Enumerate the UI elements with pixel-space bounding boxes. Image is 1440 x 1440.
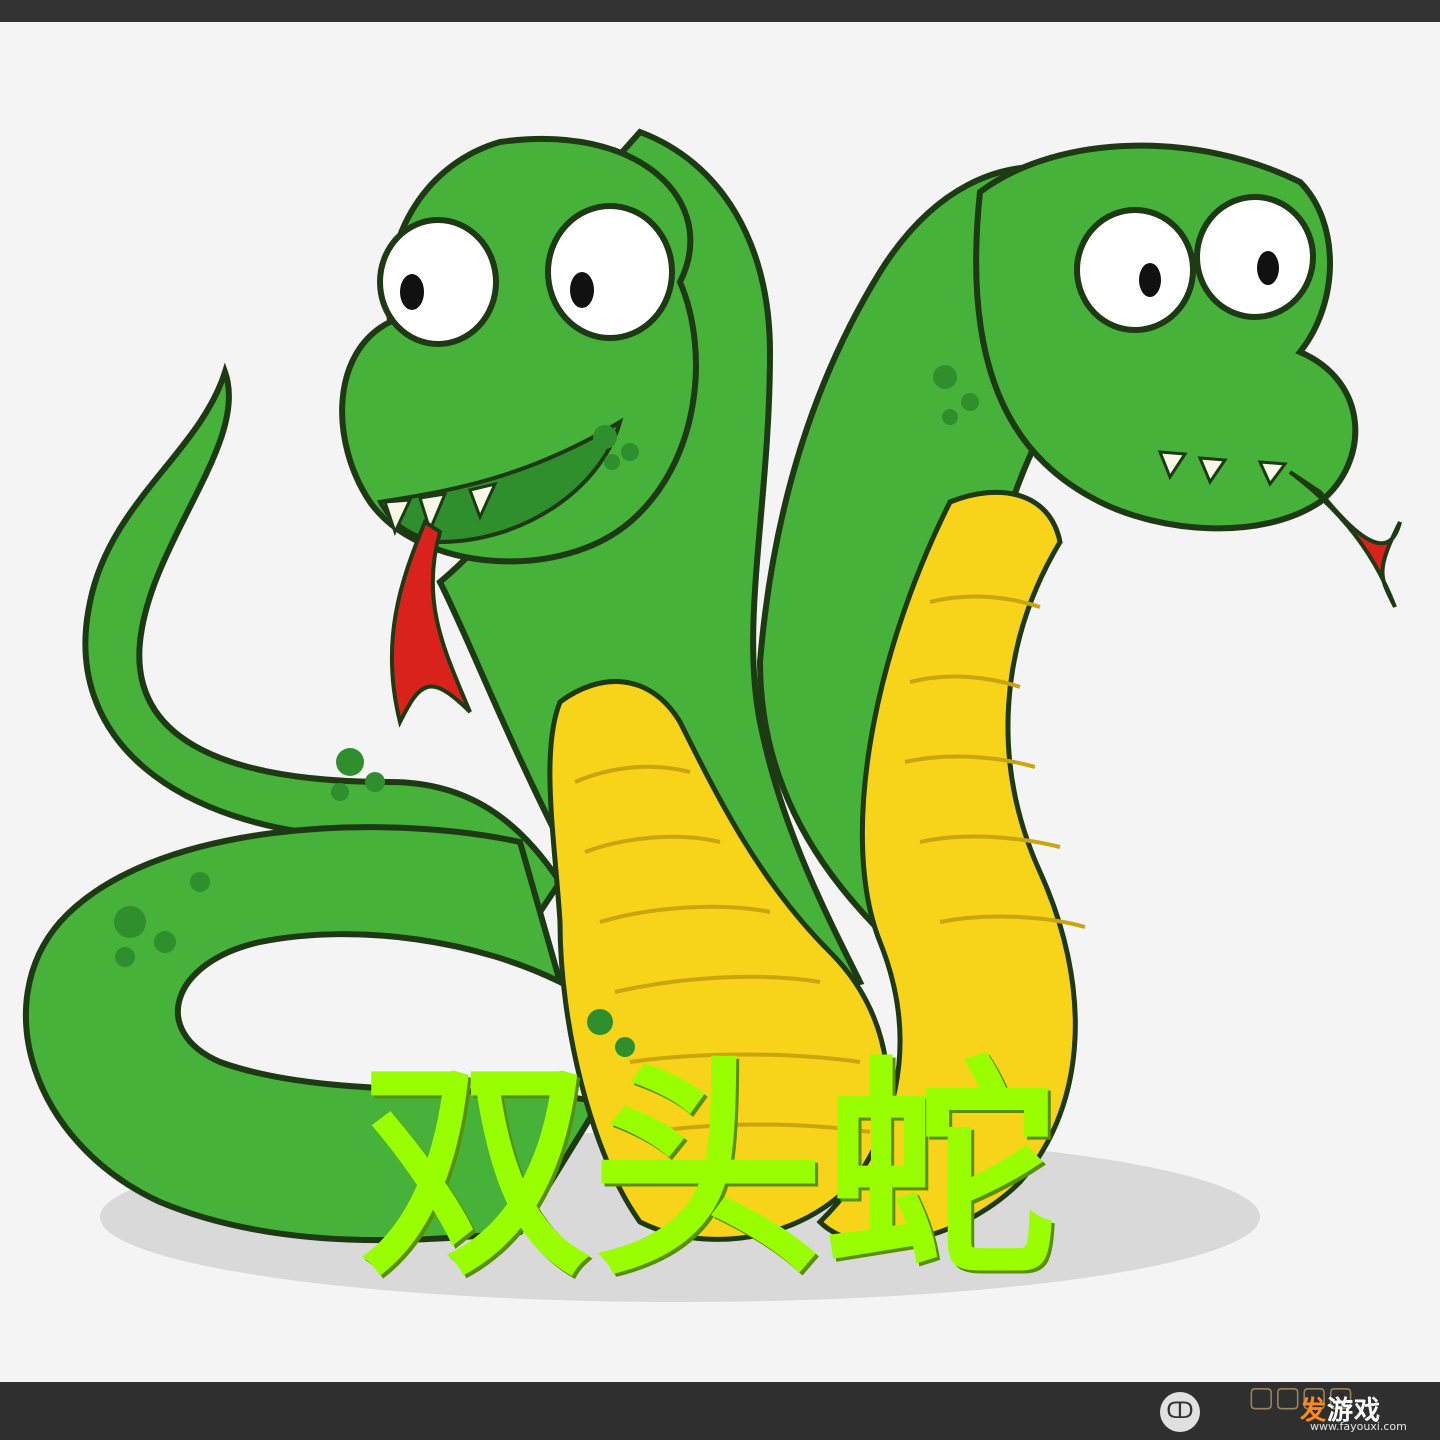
left-head-eye-2 xyxy=(545,203,675,341)
right-head xyxy=(973,142,1359,532)
right-head-eye-2 xyxy=(1194,194,1316,320)
left-head-eye-1 xyxy=(377,217,499,347)
right-head-pupil-1 xyxy=(1139,263,1161,297)
watermark: ▢▢▢▢ ↀ 发游戏 www.fayouxi.com xyxy=(1160,1380,1420,1436)
left-head-pupil-1 xyxy=(400,274,424,310)
caption-title: 双头蛇 xyxy=(360,1037,1057,1307)
watermark-logo-icon: ↀ xyxy=(1160,1392,1200,1432)
left-head-pupil-2 xyxy=(570,272,594,308)
image-canvas: 双头蛇 xyxy=(0,22,1440,1382)
right-head-pupil-2 xyxy=(1257,251,1279,285)
right-head-eye-1 xyxy=(1074,207,1196,333)
top-frame-bar xyxy=(0,0,1440,22)
watermark-url: www.fayouxi.com xyxy=(1310,1420,1407,1433)
